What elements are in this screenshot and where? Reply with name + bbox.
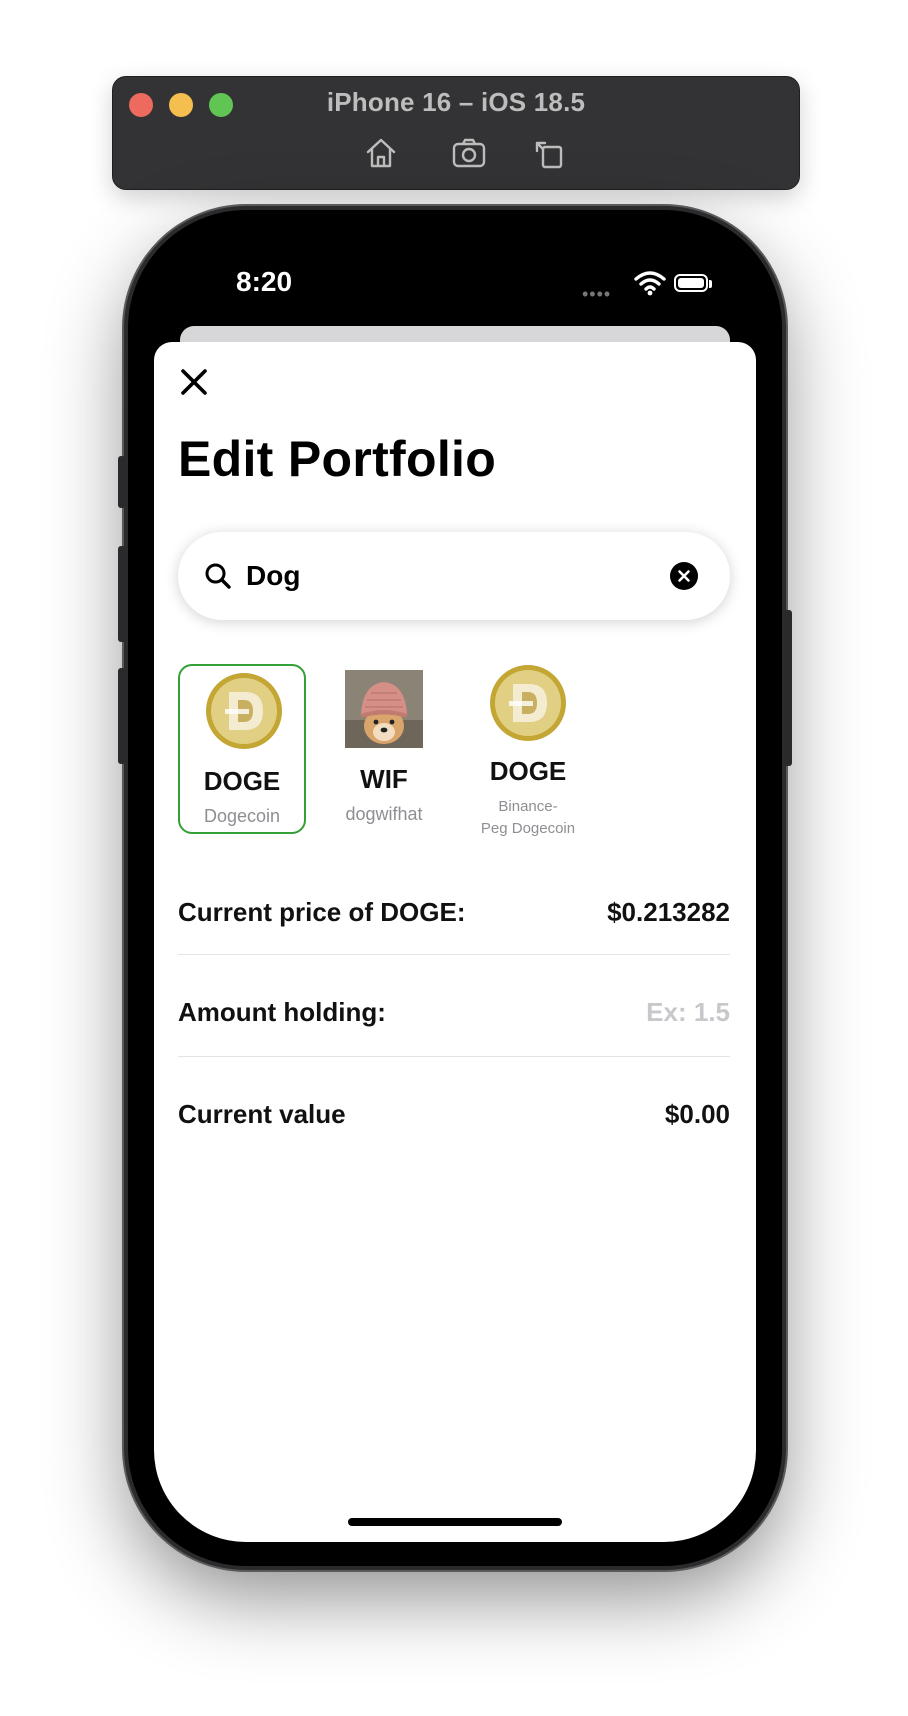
current-price-row: Current price of DOGE: $0.213282 xyxy=(178,872,730,952)
coin-item-dogwifhat[interactable]: WIF dogwifhat xyxy=(320,664,448,834)
divider xyxy=(178,1056,730,1057)
divider xyxy=(178,954,730,955)
status-icons: •••• xyxy=(582,270,712,304)
amount-holding-input[interactable] xyxy=(550,996,730,1028)
coin-results-list: DOGE Dogecoin WIF dogwifhat DOGE Binance… xyxy=(178,664,738,840)
search-input[interactable] xyxy=(246,554,646,598)
clear-icon xyxy=(670,562,698,590)
simulator-title: iPhone 16 – iOS 18.5 xyxy=(326,87,586,117)
volume-up-button xyxy=(118,546,126,642)
volume-down-button xyxy=(118,668,126,764)
coin-item-dogecoin[interactable]: DOGE Dogecoin xyxy=(178,664,306,834)
current-value-label: Current value xyxy=(178,1098,346,1129)
rotate-device-icon[interactable] xyxy=(531,135,567,171)
coin-item-binance-peg-dogecoin[interactable]: DOGE Binance- Peg Dogecoin xyxy=(464,664,592,837)
iphone-frame: 8:20 •••• Edit Portfolio Dog DOGE Dogeco… xyxy=(118,210,792,1566)
close-icon xyxy=(181,369,207,395)
coin-name-line: Peg Dogecoin xyxy=(480,820,576,837)
simulator-title-bar: iPhone 16 – iOS 18.5 xyxy=(112,76,800,190)
current-price-value: $0.213282 xyxy=(607,896,730,927)
search-icon xyxy=(204,562,232,590)
close-button[interactable] xyxy=(178,366,210,398)
current-value-amount: $0.00 xyxy=(664,1098,730,1129)
clear-search-button[interactable] xyxy=(670,562,698,590)
home-icon[interactable] xyxy=(363,135,399,171)
current-value-row: Current value $0.00 xyxy=(178,1074,730,1154)
coin-name: Binance- Peg Dogecoin xyxy=(464,796,592,840)
coin-symbol: DOGE xyxy=(203,766,281,796)
battery-cap xyxy=(709,280,712,288)
dog-hat-image xyxy=(345,670,423,748)
battery-icon xyxy=(674,274,708,292)
status-time: 8:20 xyxy=(236,266,293,297)
amount-holding-label: Amount holding: xyxy=(178,996,386,1027)
coin-name: dogwifhat xyxy=(345,804,423,824)
coin-name: Dogecoin xyxy=(203,806,281,826)
coin-symbol: WIF xyxy=(360,764,408,794)
simulator-toolbar xyxy=(113,135,799,175)
power-button xyxy=(784,610,792,766)
edit-portfolio-sheet: Edit Portfolio DOGE Dogecoi xyxy=(154,342,756,1542)
wifi-icon xyxy=(634,271,666,296)
home-indicator[interactable] xyxy=(348,1518,562,1526)
screenshot-camera-icon[interactable] xyxy=(451,135,487,171)
coin-name-line: Binance- xyxy=(498,798,558,815)
action-button xyxy=(118,456,126,508)
doge-coin-icon xyxy=(490,665,566,741)
coin-symbol: DOGE xyxy=(489,756,567,786)
signal-icon: •••• xyxy=(582,284,612,304)
amount-holding-row: Amount holding: xyxy=(178,972,730,1052)
doge-coin-icon xyxy=(206,673,282,749)
current-price-label: Current price of DOGE: xyxy=(178,896,466,927)
page-title: Edit Portfolio xyxy=(178,431,497,487)
search-bar[interactable] xyxy=(178,532,730,620)
